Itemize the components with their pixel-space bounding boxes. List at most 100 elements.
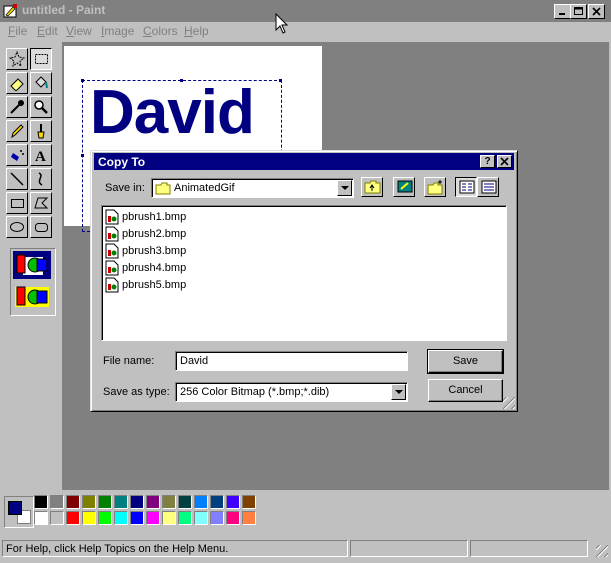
selection-handle[interactable] bbox=[81, 79, 84, 82]
current-colors[interactable] bbox=[4, 496, 34, 528]
bitmap-file-icon bbox=[105, 226, 119, 242]
close-button[interactable] bbox=[588, 4, 605, 19]
ellipse-tool[interactable] bbox=[6, 216, 28, 238]
rounded-rect-icon bbox=[35, 223, 48, 232]
rect-select-tool[interactable] bbox=[30, 48, 52, 70]
airbrush-tool[interactable] bbox=[6, 144, 28, 166]
menu-view[interactable]: View bbox=[66, 24, 92, 38]
bitmap-file-icon bbox=[105, 260, 119, 276]
status-bar: For Help, click Help Topics on the Help … bbox=[0, 538, 611, 560]
curve-icon bbox=[38, 172, 43, 186]
file-name: pbrush4.bmp bbox=[122, 262, 187, 274]
status-text-panel: For Help, click Help Topics on the Help … bbox=[2, 540, 348, 557]
pencil-tool[interactable] bbox=[6, 120, 28, 142]
list-view-button[interactable] bbox=[455, 177, 477, 197]
save-as-type-dropdown[interactable]: 256 Color Bitmap (*.bmp;*.dib) bbox=[175, 382, 408, 402]
free-select-icon bbox=[9, 51, 25, 67]
palette-swatch[interactable] bbox=[130, 511, 144, 525]
dialog-resize-grip[interactable] bbox=[503, 397, 515, 409]
curve-tool[interactable] bbox=[30, 168, 52, 190]
rectangle-tool[interactable] bbox=[6, 192, 28, 214]
menu-edit[interactable]: Edit bbox=[37, 24, 58, 38]
menu-help[interactable]: Help bbox=[184, 24, 209, 38]
close-icon bbox=[592, 7, 601, 16]
text-tool[interactable]: A bbox=[30, 144, 52, 166]
save-in-dropdown-arrow[interactable] bbox=[337, 180, 352, 196]
menu-image[interactable]: Image bbox=[101, 24, 134, 38]
palette-swatch[interactable] bbox=[146, 511, 160, 525]
eraser-tool[interactable] bbox=[6, 72, 28, 94]
palette-swatch[interactable] bbox=[242, 511, 256, 525]
palette-swatch[interactable] bbox=[50, 511, 64, 525]
palette-swatch[interactable] bbox=[130, 495, 144, 509]
save-in-dropdown[interactable]: AnimatedGif bbox=[151, 178, 354, 198]
palette-swatch[interactable] bbox=[114, 511, 128, 525]
file-name-input[interactable]: David bbox=[175, 351, 408, 371]
palette-swatch[interactable] bbox=[98, 495, 112, 509]
palette-swatch[interactable] bbox=[226, 511, 240, 525]
polygon-icon bbox=[34, 197, 49, 209]
eraser-icon bbox=[10, 78, 24, 91]
palette-swatch[interactable] bbox=[178, 511, 192, 525]
details-view-button[interactable] bbox=[477, 177, 499, 197]
pick-color-tool[interactable] bbox=[6, 96, 28, 118]
palette-swatch[interactable] bbox=[194, 511, 208, 525]
maximize-button[interactable] bbox=[570, 4, 587, 19]
menu-file[interactable]: File bbox=[8, 24, 27, 38]
palette-swatch[interactable] bbox=[50, 495, 64, 509]
eyedropper-icon bbox=[10, 100, 24, 114]
create-new-folder-button[interactable] bbox=[424, 177, 446, 197]
palette-swatch[interactable] bbox=[114, 495, 128, 509]
cancel-button[interactable]: Cancel bbox=[428, 379, 503, 402]
palette-swatch[interactable] bbox=[210, 495, 224, 509]
palette-swatch[interactable] bbox=[162, 495, 176, 509]
file-name-label: File name: bbox=[103, 355, 155, 367]
palette-swatch[interactable] bbox=[66, 511, 80, 525]
toolbox: A bbox=[4, 46, 58, 316]
palette-swatch[interactable] bbox=[162, 511, 176, 525]
bitmap-file-icon bbox=[105, 209, 119, 225]
menu-colors[interactable]: Colors bbox=[143, 24, 178, 38]
palette-swatch[interactable] bbox=[178, 495, 192, 509]
polygon-tool[interactable] bbox=[30, 192, 52, 214]
transparent-background-option[interactable] bbox=[13, 283, 51, 311]
file-list[interactable]: pbrush1.bmp pbrush2.bmp pbrush3.bmp pbru… bbox=[101, 205, 507, 341]
palette-swatch[interactable] bbox=[146, 495, 160, 509]
opaque-background-option[interactable] bbox=[13, 251, 51, 279]
desktop-icon bbox=[397, 180, 413, 193]
dialog-title: Copy To bbox=[98, 155, 146, 169]
palette-swatch[interactable] bbox=[194, 495, 208, 509]
palette-swatch[interactable] bbox=[34, 495, 48, 509]
up-one-level-button[interactable] bbox=[361, 177, 383, 197]
svg-text:A: A bbox=[35, 149, 46, 163]
brush-tool[interactable] bbox=[30, 120, 52, 142]
dialog-title-bar[interactable]: Copy To ? bbox=[94, 153, 514, 170]
line-tool[interactable] bbox=[6, 168, 28, 190]
window-resize-grip[interactable] bbox=[596, 545, 608, 557]
rounded-rect-tool[interactable] bbox=[30, 216, 52, 238]
selection-handle[interactable] bbox=[81, 154, 84, 157]
palette-swatch[interactable] bbox=[82, 511, 96, 525]
details-view-icon bbox=[481, 180, 497, 194]
palette-swatch[interactable] bbox=[226, 495, 240, 509]
selection-handle[interactable] bbox=[180, 79, 183, 82]
minimize-button[interactable] bbox=[554, 4, 571, 19]
palette-swatch[interactable] bbox=[66, 495, 80, 509]
dialog-help-button[interactable]: ? bbox=[480, 155, 495, 168]
palette-swatch[interactable] bbox=[34, 511, 48, 525]
palette-swatch[interactable] bbox=[210, 511, 224, 525]
selection-handle[interactable] bbox=[279, 79, 282, 82]
folder-icon bbox=[155, 182, 171, 195]
foreground-color-swatch[interactable] bbox=[8, 501, 22, 515]
desktop-button[interactable] bbox=[393, 177, 415, 197]
palette-swatch[interactable] bbox=[82, 495, 96, 509]
save-button[interactable]: Save bbox=[427, 349, 504, 374]
fill-tool[interactable] bbox=[30, 72, 52, 94]
palette-swatch[interactable] bbox=[98, 511, 112, 525]
paint-app-icon[interactable] bbox=[3, 3, 19, 19]
dialog-close-button[interactable] bbox=[497, 155, 512, 168]
palette-swatch[interactable] bbox=[242, 495, 256, 509]
free-select-tool[interactable] bbox=[6, 48, 28, 70]
save-as-type-dropdown-arrow[interactable] bbox=[391, 384, 406, 400]
magnifier-tool[interactable] bbox=[30, 96, 52, 118]
